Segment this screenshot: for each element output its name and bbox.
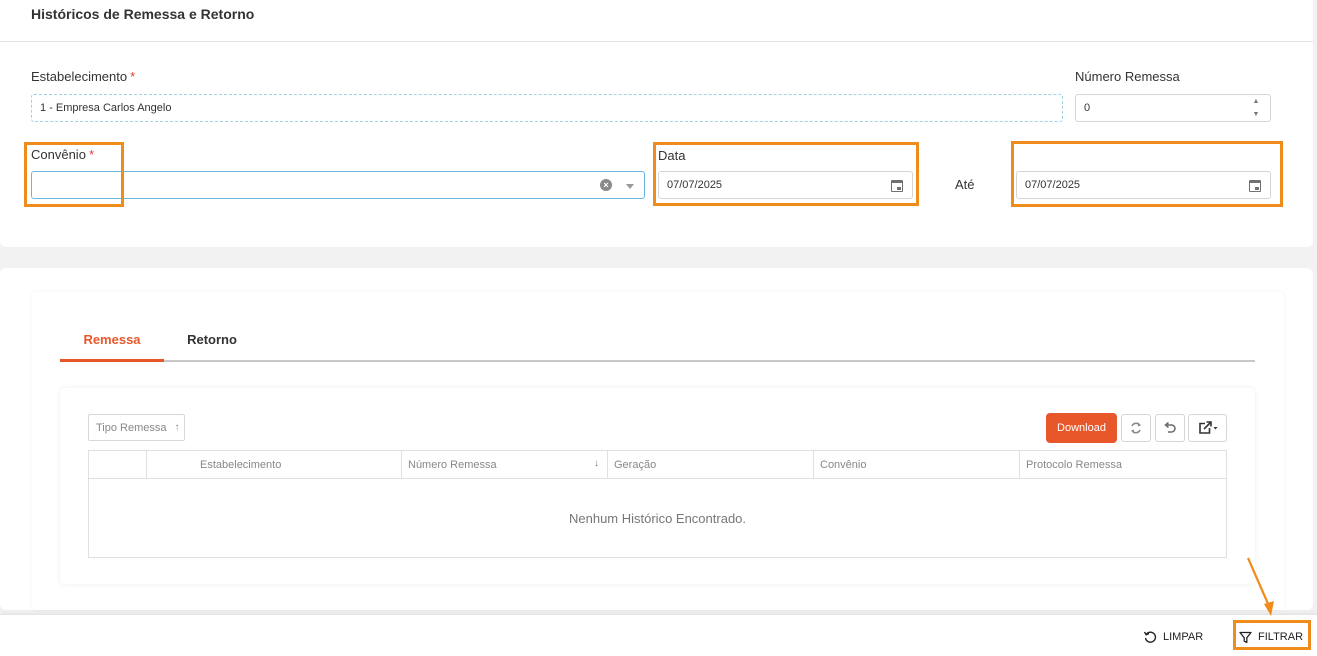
column-header-convenio[interactable]: Convênio [813,451,1019,478]
grid-select-column[interactable] [89,451,146,478]
undo-button[interactable] [1155,414,1185,442]
clear-button[interactable]: LIMPAR [1143,628,1203,646]
filter-card: Históricos de Remessa e Retorno [0,0,1313,247]
clear-icon[interactable]: × [600,179,612,191]
tabs-divider [60,360,1255,362]
filter-button[interactable]: FILTRAR [1239,628,1303,646]
estabelecimento-value: 1 - Empresa Carlos Angelo [40,102,172,114]
convenio-label-text: Convênio [31,147,86,162]
empty-message: Nenhum Histórico Encontrado. [568,511,747,526]
column-header-geracao[interactable]: Geração [607,451,813,478]
numero-remessa-stepper[interactable]: ▲ ▼ [1252,97,1260,119]
export-button[interactable] [1188,414,1227,442]
column-header-protocolo-remessa[interactable]: Protocolo Remessa [1019,451,1226,478]
column-header-numero-remessa-label: Número Remessa [408,458,497,471]
data-label: Data [658,148,686,163]
stepper-down-icon[interactable]: ▼ [1253,110,1260,119]
download-button[interactable]: Download [1046,413,1117,443]
column-header-estabelecimento[interactable]: Estabelecimento [146,451,401,478]
bottom-action-bar [0,614,1317,656]
data-date-field[interactable]: 07/07/2025 [658,171,913,199]
page-title: Históricos de Remessa e Retorno [31,6,255,22]
refresh-button[interactable] [1121,414,1151,442]
calendar-icon[interactable] [891,180,903,192]
estabelecimento-label-text: Estabelecimento [31,69,128,84]
numero-remessa-label: Número Remessa [1075,69,1180,84]
convenio-select[interactable]: × [31,171,645,199]
undo-icon [1164,421,1176,433]
ate-label: Até [955,177,975,192]
estabelecimento-label: Estabelecimento * [31,69,135,84]
reset-icon [1143,631,1157,643]
divider [0,41,1313,42]
required-mark: * [88,147,94,162]
ate-date-field[interactable]: 07/07/2025 [1016,171,1271,199]
numero-remessa-value: 0 [1084,102,1091,114]
history-grid: Estabelecimento Número Remessa ↓ Geração… [88,450,1227,558]
tab-retorno[interactable]: Retorno [164,332,260,347]
clear-label: LIMPAR [1163,631,1204,643]
active-tab-indicator [60,359,164,362]
column-header-numero-remessa[interactable]: Número Remessa ↓ [401,451,607,478]
stepper-up-icon[interactable]: ▲ [1253,97,1260,106]
group-by-label: Tipo Remessa [96,421,167,434]
filter-label: FILTRAR [1258,631,1304,643]
data-value: 07/07/2025 [667,179,723,191]
group-by-chip[interactable]: Tipo Remessa ↑ [88,414,185,441]
calendar-icon[interactable] [1249,180,1261,192]
numero-remessa-field[interactable]: 0 ▲ ▼ [1075,94,1271,122]
convenio-label: Convênio * [31,147,94,162]
required-mark: * [130,69,136,84]
arrow-up-icon: ↑ [174,422,180,433]
estabelecimento-field[interactable]: 1 - Empresa Carlos Angelo [31,94,1063,122]
ate-value: 07/07/2025 [1025,179,1081,191]
refresh-icon [1131,422,1141,434]
tab-remessa[interactable]: Remessa [60,332,164,347]
external-link-icon [1198,421,1217,434]
chevron-down-icon[interactable] [626,184,634,189]
sort-descending-icon: ↓ [594,458,599,469]
grid-header: Estabelecimento Número Remessa ↓ Geração… [89,451,1226,479]
filter-icon [1239,631,1252,643]
